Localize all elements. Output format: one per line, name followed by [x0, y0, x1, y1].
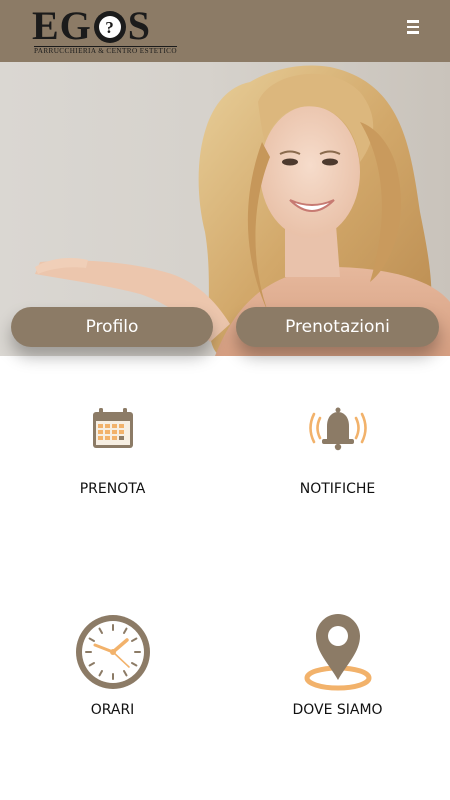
app-header: EG ? S PARRUCCHIERIA & CENTRO ESTETICO [0, 0, 450, 62]
map-pin-icon [303, 612, 373, 692]
question-mark-o-icon: ? [93, 11, 126, 43]
tile-dove-siamo[interactable]: DOVE SIAMO [225, 610, 450, 720]
bookings-button[interactable]: Prenotazioni [236, 307, 439, 347]
clock-icon [73, 612, 153, 692]
tile-prenota[interactable]: PRENOTA [0, 400, 225, 510]
tile-label: PRENOTA [79, 481, 146, 497]
hamburger-menu-icon [407, 20, 419, 23]
tile-label: NOTIFICHE [299, 481, 376, 497]
logo-tagline: PARRUCCHIERIA & CENTRO ESTETICO [34, 46, 177, 55]
logo-wordmark: EG ? S [32, 3, 152, 48]
calendar-icon [90, 406, 136, 452]
hamburger-menu-button[interactable] [404, 20, 422, 38]
profile-button[interactable]: Profilo [11, 307, 213, 347]
tile-label: DOVE SIAMO [292, 702, 383, 718]
egos-logo[interactable]: EG ? S PARRUCCHIERIA & CENTRO ESTETICO [32, 4, 180, 55]
tile-notifiche[interactable]: NOTIFICHE [225, 400, 450, 510]
svg-text:?: ? [105, 18, 115, 37]
ringing-bell-icon [305, 404, 371, 452]
tile-label: ORARI [90, 702, 135, 718]
tile-orari[interactable]: ORARI [0, 610, 225, 720]
